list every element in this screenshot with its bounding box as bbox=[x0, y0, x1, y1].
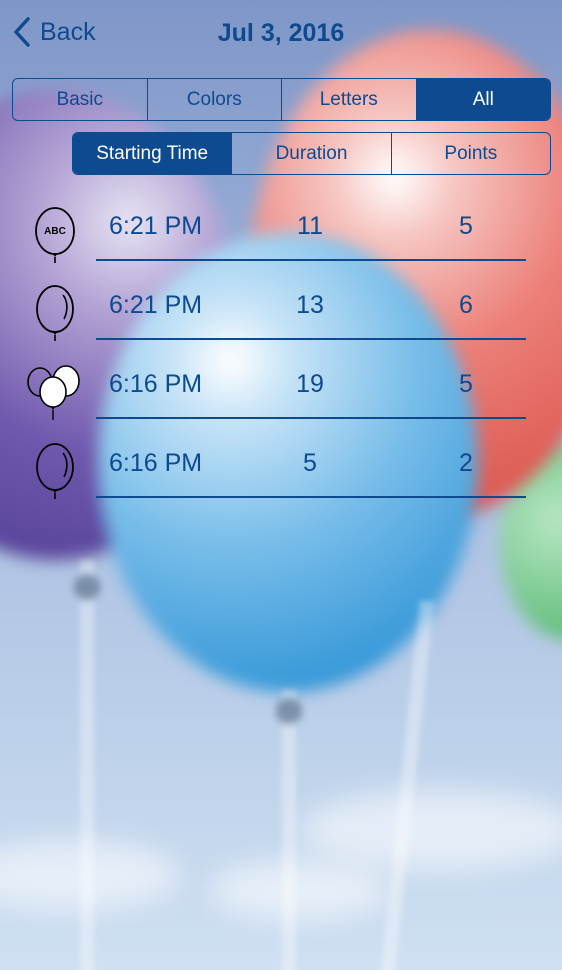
balloon-icon bbox=[36, 285, 74, 341]
row-duration: 11 bbox=[297, 212, 323, 240]
row-start-time: 6:21 PM bbox=[109, 291, 203, 319]
row-points: 2 bbox=[459, 449, 473, 477]
row-duration: 19 bbox=[296, 370, 324, 398]
balloon-abc-icon: ABC bbox=[35, 207, 75, 263]
balloon-icon bbox=[36, 443, 74, 499]
balloon-abc-text: ABC bbox=[44, 226, 66, 237]
tab-basic[interactable]: Basic bbox=[13, 79, 147, 120]
row-divider bbox=[96, 338, 526, 340]
list-item[interactable]: 6:16 PM 5 2 bbox=[0, 427, 562, 506]
row-divider bbox=[96, 496, 526, 498]
list-item[interactable]: ABC 6:21 PM 11 5 bbox=[0, 190, 562, 269]
row-duration: 5 bbox=[303, 449, 317, 477]
row-divider bbox=[96, 417, 526, 419]
tab-all[interactable]: All bbox=[415, 79, 550, 120]
row-start-time: 6:21 PM bbox=[109, 212, 203, 240]
row-points: 5 bbox=[459, 212, 473, 240]
navigation-bar: Back Jul 3, 2016 bbox=[0, 0, 562, 66]
sort-starting-time[interactable]: Starting Time bbox=[73, 133, 232, 174]
row-divider bbox=[96, 259, 526, 261]
sort-segmented-control: Starting Time Duration Points bbox=[72, 132, 551, 175]
sort-duration[interactable]: Duration bbox=[231, 133, 390, 174]
row-start-time: 6:16 PM bbox=[109, 370, 203, 398]
row-start-time: 6:16 PM bbox=[109, 449, 203, 477]
list-item[interactable]: 6:21 PM 13 6 bbox=[0, 269, 562, 348]
row-points: 6 bbox=[459, 291, 473, 319]
category-segmented-control: Basic Colors Letters All bbox=[12, 78, 551, 121]
row-points: 5 bbox=[459, 370, 473, 398]
sort-points[interactable]: Points bbox=[390, 133, 550, 174]
tab-letters[interactable]: Letters bbox=[281, 79, 416, 120]
balloon-bunch-icon bbox=[27, 365, 80, 420]
row-duration: 13 bbox=[296, 291, 324, 319]
list-item[interactable]: 6:16 PM 19 5 bbox=[0, 348, 562, 427]
page-title: Jul 3, 2016 bbox=[217, 19, 345, 47]
tab-colors[interactable]: Colors bbox=[146, 79, 282, 120]
